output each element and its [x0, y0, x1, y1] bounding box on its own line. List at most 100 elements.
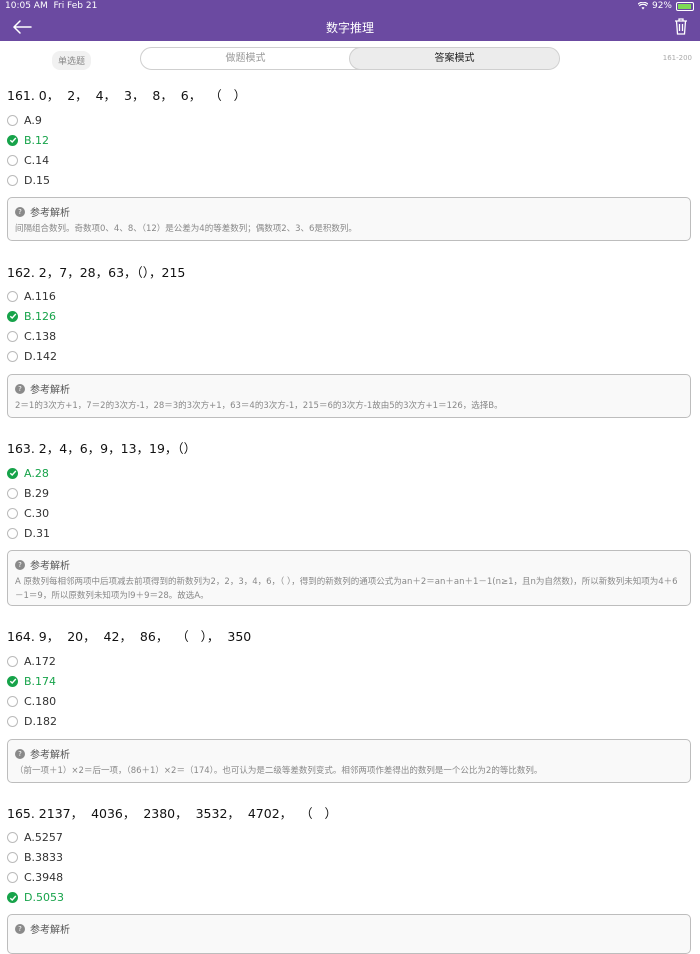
option-label: A.9	[24, 113, 42, 127]
page-title: 数字推理	[325, 21, 374, 35]
answer-option[interactable]: A.28	[7, 465, 49, 481]
explanation-box: ? 参考解析 A 原数列每相邻两项中后项减去前项得到的新数列为2，2，3，4，6，（…	[7, 550, 691, 606]
radio-icon	[7, 831, 18, 843]
status-time: 10:05 AM Fri Feb 21	[5, 1, 98, 11]
answer-mode-tab[interactable]: 答案模式	[349, 48, 559, 69]
check-circle-icon	[7, 134, 18, 146]
trash-icon	[675, 18, 687, 35]
option-label: B.174	[24, 674, 57, 688]
question-title: 164. 9， 20， 42， 86， （ ）， 350	[7, 629, 252, 644]
radio-icon	[7, 351, 18, 363]
radio-icon	[7, 871, 18, 883]
answer-option[interactable]: D.5053	[7, 890, 64, 906]
answer-option[interactable]: A.116	[7, 288, 56, 304]
check-circle-icon	[7, 675, 18, 687]
radio-icon	[7, 114, 18, 126]
explanation-box: ? 参考解析	[7, 914, 691, 954]
explanation-title: 参考解析	[30, 561, 70, 572]
delete-button[interactable]	[674, 17, 688, 35]
radio-icon	[7, 487, 18, 499]
question-mark-icon: ?	[15, 383, 25, 394]
battery-icon	[676, 1, 694, 11]
explanation-text: 2＝1的3次方+1，7＝2的3次方-1，28＝3的3次方+1，63＝4的3次方-…	[15, 401, 503, 411]
option-label: D.15	[24, 174, 50, 188]
explanation-header: ? 参考解析	[15, 204, 683, 219]
question-title: 165. 2137， 4036， 2380， 3532， 4702， （ ）	[7, 806, 338, 821]
answer-option[interactable]: B.174	[7, 673, 56, 689]
radio-icon	[7, 695, 18, 707]
answer-option[interactable]: C.14	[7, 152, 49, 168]
question-range: 161-200	[662, 54, 692, 62]
explanation-text: 间隔组合数列。奇数项0、4、8、（12）是公差为4的等差数列；偶数项2、3、6是…	[15, 224, 357, 234]
radio-icon	[7, 655, 18, 667]
answer-option[interactable]: D.142	[7, 349, 57, 365]
radio-icon	[7, 330, 18, 342]
status-right: 92%	[637, 1, 694, 11]
option-label: C.3948	[24, 870, 64, 884]
explanation-box: ? 参考解析 2＝1的3次方+1，7＝2的3次方-1，28＝3的3次方+1，63＝4…	[7, 374, 691, 418]
explanation-title: 参考解析	[30, 208, 70, 219]
check-circle-icon	[7, 892, 18, 904]
option-label: B.3833	[24, 850, 64, 864]
option-label: A.172	[24, 654, 56, 668]
answer-option[interactable]: A.172	[7, 653, 56, 669]
explanation-header: ? 参考解析	[15, 381, 683, 396]
answer-option[interactable]: C.3948	[7, 869, 63, 885]
answer-option[interactable]: C.180	[7, 693, 56, 709]
option-label: B.29	[24, 486, 50, 500]
answer-option[interactable]: D.15	[7, 173, 50, 189]
option-label: C.30	[24, 506, 50, 520]
radio-icon	[7, 851, 18, 863]
answer-option[interactable]: B.29	[7, 485, 49, 501]
option-label: B.12	[24, 133, 50, 147]
question-mark-icon: ?	[15, 748, 25, 759]
explanation-header: ? 参考解析	[15, 746, 683, 761]
option-label: A.116	[24, 289, 56, 303]
option-label: D.5053	[24, 891, 64, 905]
explanation-box: ? 参考解析 （前一项＋1）×2＝后一项，（86＋1）×2＝（174）。也可认为是二…	[7, 739, 691, 783]
practice-mode-tab[interactable]: 做题模式	[141, 48, 350, 69]
explanation-text: A 原数列每相邻两项中后项减去前项得到的新数列为2，2，3，4，6，（ ），得到…	[15, 577, 678, 601]
wifi-icon	[637, 2, 648, 10]
option-label: B.126	[24, 309, 57, 323]
option-label: C.138	[24, 329, 57, 343]
question-mark-icon: ?	[15, 559, 25, 570]
answer-option[interactable]: B.3833	[7, 849, 63, 865]
option-label: D.182	[24, 715, 57, 729]
radio-icon	[7, 154, 18, 166]
answer-option[interactable]: C.138	[7, 328, 56, 344]
question-mark-icon: ?	[15, 206, 25, 217]
radio-icon	[7, 290, 18, 302]
answer-option[interactable]: D.31	[7, 526, 50, 542]
question-title: 161. 0， 2， 4， 3， 8， 6， （ ）	[7, 88, 247, 103]
answer-option[interactable]: B.12	[7, 132, 49, 148]
mode-switch: 做题模式 答案模式	[140, 47, 560, 70]
check-circle-icon	[7, 310, 18, 322]
option-label: A.5257	[24, 830, 63, 844]
explanation-text: （前一项＋1）×2＝后一项，（86＋1）×2＝（174）。也可认为是二级等差数列…	[15, 766, 543, 776]
option-label: A.28	[24, 466, 49, 480]
radio-icon	[7, 528, 18, 540]
question-type-badge: 单选题	[52, 51, 92, 70]
top-bar: 10:05 AM Fri Feb 21 92% 数字推理	[0, 0, 700, 41]
battery-percent: 92%	[651, 1, 672, 11]
option-label: D.31	[24, 527, 50, 541]
question-title: 162. 2，7，28，63，（），215	[7, 265, 186, 280]
answer-option[interactable]: A.9	[7, 112, 42, 128]
answer-option[interactable]: A.5257	[7, 829, 63, 845]
mode-bar: 单选题 做题模式 答案模式 161-200	[0, 41, 700, 75]
option-label: C.14	[24, 153, 50, 167]
explanation-title: 参考解析	[30, 750, 70, 761]
option-label: D.142	[24, 350, 57, 364]
question-mark-icon: ?	[15, 923, 25, 934]
explanation-title: 参考解析	[30, 385, 70, 396]
check-circle-icon	[7, 467, 18, 479]
explanation-box: ? 参考解析间隔组合数列。奇数项0、4、8、（12）是公差为4的等差数列；偶数项2…	[7, 197, 691, 241]
radio-icon	[7, 716, 18, 728]
explanation-header: ? 参考解析	[15, 557, 683, 572]
answer-option[interactable]: C.30	[7, 505, 49, 521]
answer-option[interactable]: B.126	[7, 308, 56, 324]
answer-option[interactable]: D.182	[7, 714, 57, 730]
option-label: C.180	[24, 694, 57, 708]
radio-icon	[7, 507, 18, 519]
